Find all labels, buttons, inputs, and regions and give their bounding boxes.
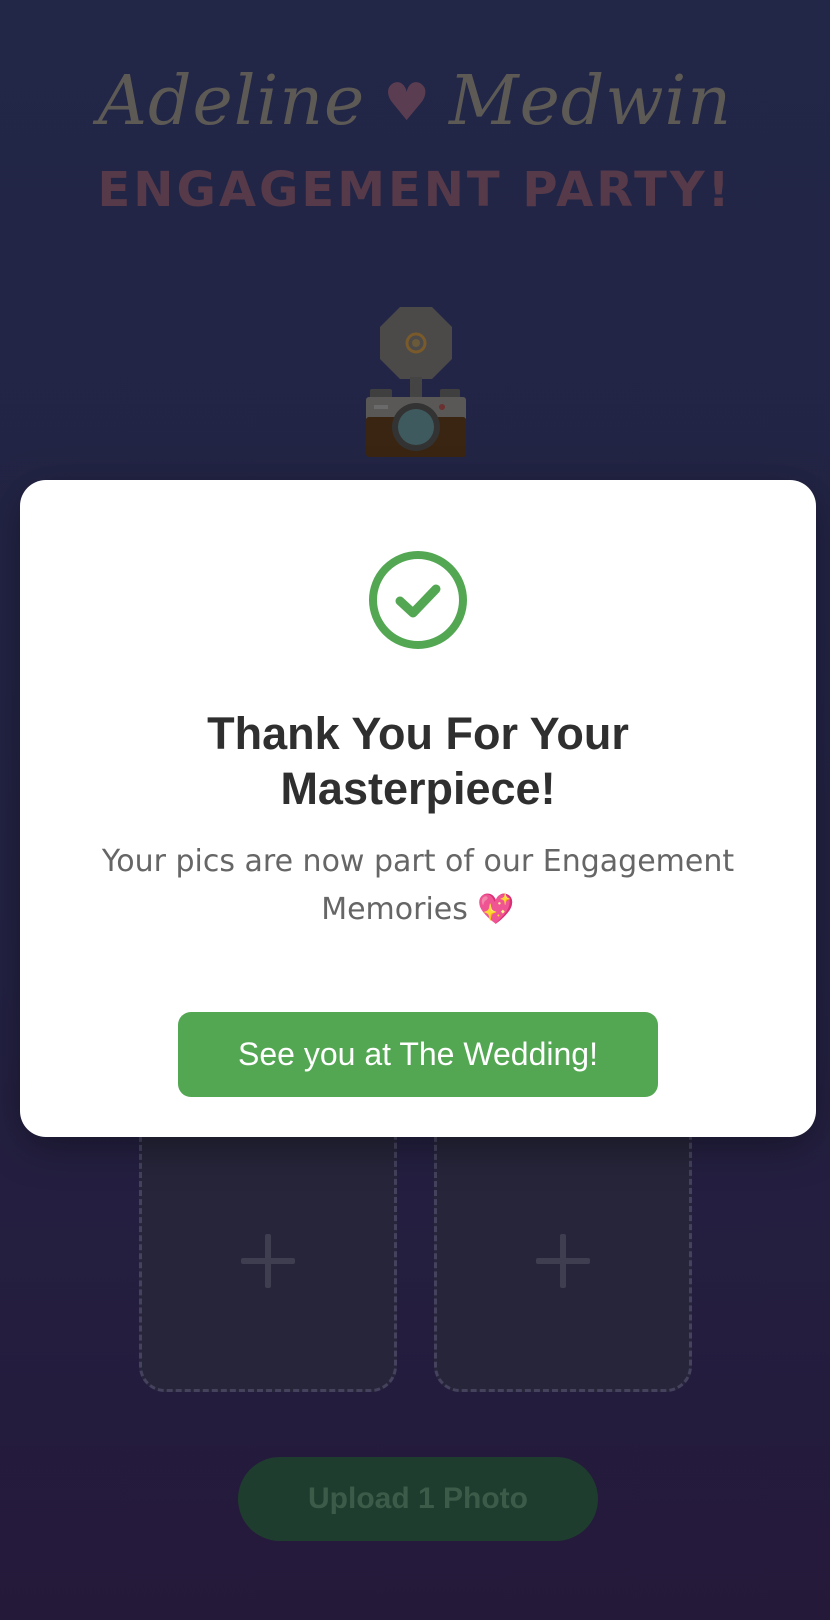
name-right: Medwin [448, 62, 733, 141]
modal-title: Thank You For Your Masterpiece! [207, 708, 629, 814]
name-left: Adeline [97, 62, 366, 141]
vintage-camera-icon [366, 307, 466, 457]
plus-icon [536, 1234, 590, 1288]
photo-slot-1[interactable] [139, 1100, 397, 1392]
couple-names-title: Adeline ♥ Medwin [0, 62, 830, 141]
photo-slot-2[interactable] [434, 1100, 692, 1392]
check-circle-icon [369, 551, 467, 649]
modal-message: Your pics are now part of our Engagement… [101, 844, 735, 927]
see-you-at-wedding-button[interactable]: See you at The Wedding! [178, 1012, 658, 1097]
heart-icon: ♥ [383, 73, 431, 133]
thank-you-modal: Thank You For Your Masterpiece! Your pic… [20, 480, 816, 1137]
engagement-party-title: ENGAGEMENT PARTY! [97, 162, 733, 218]
plus-icon [241, 1234, 295, 1288]
upload-photo-button[interactable]: Upload 1 Photo [238, 1457, 598, 1541]
